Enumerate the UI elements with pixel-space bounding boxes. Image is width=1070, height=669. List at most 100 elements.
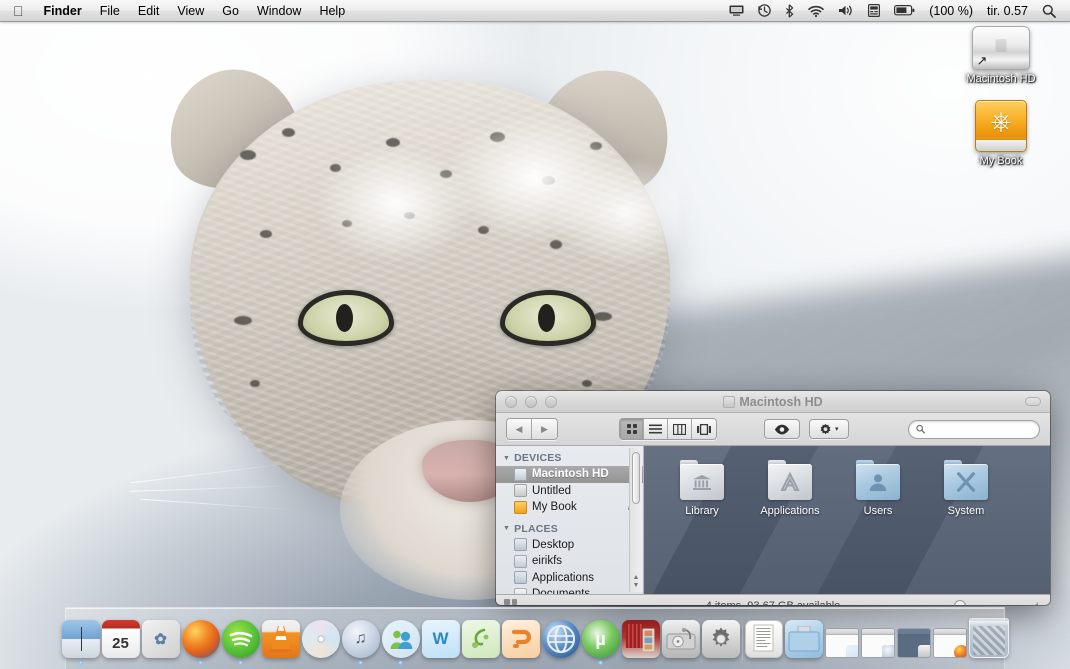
finder-content-area[interactable]: Library Applications Users System [644, 446, 1050, 594]
scrollbar-thumb[interactable] [632, 452, 640, 504]
coverflow-view-button[interactable] [692, 419, 716, 439]
dock-item-dvd-player[interactable] [301, 620, 340, 665]
dock-item-photo-booth[interactable] [621, 620, 660, 665]
dock-item-powerpoint-app[interactable] [501, 620, 540, 665]
wifi-icon[interactable] [801, 0, 831, 21]
list-view-button[interactable] [644, 419, 668, 439]
dock-item-finder[interactable] [61, 620, 100, 665]
menu-item-go[interactable]: Go [213, 0, 248, 21]
running-indicator [911, 660, 916, 665]
search-input[interactable] [928, 423, 1032, 435]
dock-item-google-earth[interactable] [541, 620, 580, 665]
dock-item-firefox[interactable] [181, 620, 220, 665]
apple-menu-icon[interactable]:  [0, 0, 35, 21]
forward-button[interactable]: ▶ [532, 419, 557, 439]
vlc-cone-icon [261, 620, 300, 658]
column-view-button[interactable] [668, 419, 692, 439]
finder-title-bar[interactable]: Macintosh HD [496, 391, 1050, 413]
sidebar-item-macintosh-hd[interactable]: Macintosh HD [496, 466, 643, 483]
dock-item-itunes[interactable]: ♫ [341, 620, 380, 665]
search-icon[interactable] [1035, 0, 1064, 21]
finder-item-users[interactable]: Users [834, 460, 922, 517]
bluetooth-icon[interactable] [778, 0, 801, 21]
desktop-icon-my-book[interactable]: ⎈ My Book [953, 100, 1049, 167]
volume-icon[interactable] [831, 0, 861, 21]
sidebar-item-documents[interactable]: Documents [496, 586, 643, 594]
menu-item-finder[interactable]: Finder [35, 0, 91, 21]
dock-item-downloads-stack[interactable] [784, 620, 823, 665]
running-indicator [986, 660, 991, 665]
sidebar-section-title: PLACES [514, 522, 558, 535]
menu-item-edit[interactable]: Edit [129, 0, 169, 21]
minimized-window-thumbnail [932, 628, 967, 658]
sidebar-item-label: Desktop [532, 538, 575, 551]
sidebar-item-label: Macintosh HD [532, 468, 609, 481]
dock-item-disk-utility[interactable] [661, 620, 700, 665]
dock-item-spotify[interactable] [221, 620, 260, 665]
alias-arrow-icon: ↗ [976, 53, 988, 68]
folder-icon [856, 460, 900, 500]
finder-item-applications[interactable]: Applications [746, 460, 834, 517]
finder-item-library[interactable]: Library [658, 460, 746, 517]
input-source-icon[interactable] [861, 0, 887, 21]
finder-window[interactable]: Macintosh HD ◀ ▶ ▾ ▼ DEVICES Macintosh H… [496, 391, 1050, 605]
time-machine-icon[interactable] [751, 0, 778, 21]
sidebar-item-my-book[interactable]: My Book ⏏ [496, 499, 643, 516]
sidebar-item-untitled[interactable]: Untitled [496, 483, 643, 500]
toolbar-toggle-button[interactable] [1025, 397, 1041, 406]
running-indicator [801, 660, 806, 665]
dock-minimized-dashboard-window[interactable] [896, 628, 931, 665]
display-icon[interactable] [722, 0, 751, 21]
minimize-button[interactable] [525, 395, 537, 408]
menu-item-window[interactable]: Window [248, 0, 310, 21]
chevron-down-icon[interactable]: ▼ [503, 455, 510, 462]
icon-view-button[interactable] [620, 419, 644, 439]
dock-item-vlc[interactable] [261, 620, 300, 665]
sidebar-section-places[interactable]: ▼ PLACES [496, 520, 643, 537]
dock-minimized-firefox-window[interactable] [932, 628, 967, 665]
sidebar-scrollbar[interactable]: ▲ ▼ [629, 448, 642, 592]
messenger-icon [381, 620, 420, 658]
sidebar-item-label: My Book [532, 501, 577, 514]
dock-minimized-messenger-window[interactable] [824, 628, 859, 665]
dock-item-iphoto[interactable]: ✿ [141, 620, 180, 665]
slider-knob[interactable] [954, 599, 966, 605]
menu-item-file[interactable]: File [91, 0, 129, 21]
finder-item-label: Library [685, 505, 719, 517]
search-field[interactable] [908, 419, 1040, 439]
firefox-badge-icon [953, 645, 966, 657]
running-indicator [598, 660, 603, 665]
dock-minimized-itunes-window[interactable] [860, 628, 895, 665]
menu-bar-clock[interactable]: tir. 0.57 [980, 4, 1035, 18]
dock-item-msn-messenger[interactable] [381, 620, 420, 665]
disk-icon [514, 484, 527, 498]
icon-size-slider[interactable] [952, 599, 1024, 605]
menu-item-view[interactable]: View [168, 0, 213, 21]
zoom-button[interactable] [545, 395, 557, 408]
dock-item-green-app[interactable] [461, 620, 500, 665]
dock-item-ical[interactable]: 25 [101, 620, 140, 665]
sidebar-item-desktop[interactable]: Desktop [496, 537, 643, 554]
dock-item-trash[interactable] [968, 618, 1009, 665]
dock-item-word-app[interactable]: W [421, 620, 460, 665]
sidebar-item-applications[interactable]: Applications [496, 570, 643, 587]
menu-item-help[interactable]: Help [310, 0, 354, 21]
action-menu-button[interactable]: ▾ [809, 419, 849, 439]
dock[interactable]: 25 ✿ ♫ W µ [61, 607, 1009, 669]
sidebar-section-devices[interactable]: ▼ DEVICES [496, 449, 643, 466]
quick-look-button[interactable] [764, 419, 800, 439]
dock-item-utorrent[interactable]: µ [581, 620, 620, 665]
dock-item-documents-stack[interactable] [744, 620, 783, 665]
finder-sidebar[interactable]: ▼ DEVICES Macintosh HD Untitled My Book … [496, 446, 644, 594]
chevron-down-icon[interactable]: ▼ [503, 525, 510, 532]
running-indicator [875, 660, 880, 665]
scrollbar-arrows[interactable]: ▲ ▼ [632, 574, 640, 590]
running-indicator [438, 660, 443, 665]
dock-item-system-preferences[interactable] [701, 620, 740, 665]
sidebar-item-eirikfs[interactable]: eirikfs [496, 553, 643, 570]
back-button[interactable]: ◀ [507, 419, 532, 439]
close-button[interactable] [505, 395, 517, 408]
battery-icon[interactable] [887, 0, 922, 21]
finder-item-system[interactable]: System [922, 460, 1010, 517]
desktop-icon-macintosh-hd[interactable]: ↗ Macintosh HD [953, 26, 1049, 85]
